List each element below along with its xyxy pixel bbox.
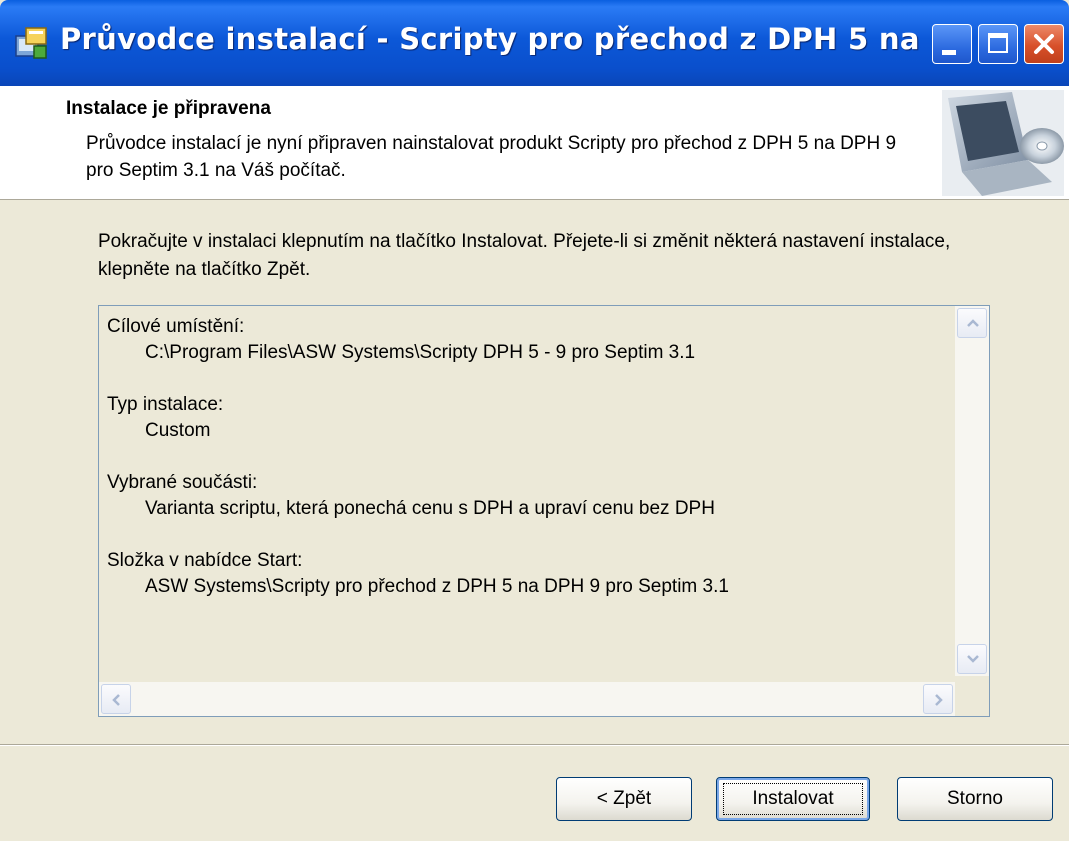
- laptop-cd-graphic: [942, 90, 1064, 196]
- divider: [0, 744, 1069, 746]
- summary-value: C:\Program Files\ASW Systems\Scripty DPH…: [145, 342, 696, 363]
- maximize-icon: [988, 33, 1008, 53]
- maximize-button[interactable]: [978, 24, 1018, 64]
- chevron-right-icon: [935, 694, 943, 706]
- installer-window: Průvodce instalací - Scripty pro přechod…: [0, 0, 1069, 841]
- summary-value: Varianta scriptu, která ponechá cenu s D…: [145, 498, 715, 519]
- scroll-up-button[interactable]: [957, 308, 987, 338]
- scroll-left-button[interactable]: [101, 684, 131, 714]
- installation-summary[interactable]: Cílové umístění: C:\Program Files\ASW Sy…: [98, 305, 990, 717]
- close-icon: [1034, 34, 1054, 54]
- summary-label: Cílové umístění:: [107, 316, 245, 337]
- focus-rectangle: [723, 783, 863, 815]
- scroll-right-button[interactable]: [923, 684, 953, 714]
- minimize-icon: [942, 50, 956, 55]
- chevron-down-icon: [967, 655, 979, 663]
- summary-label: Složka v nabídce Start:: [107, 550, 303, 571]
- installer-app-icon: [15, 27, 47, 59]
- chevron-left-icon: [112, 694, 120, 706]
- page-title: Instalace je připravena: [66, 98, 271, 119]
- summary-value: Custom: [145, 420, 211, 441]
- summary-label: Typ instalace:: [107, 394, 224, 415]
- instructions-text: Pokračujte v instalaci klepnutím na tlač…: [98, 231, 951, 280]
- install-button[interactable]: Instalovat: [716, 777, 870, 821]
- scroll-down-button[interactable]: [957, 644, 987, 674]
- scrollbar-corner: [955, 682, 989, 716]
- horizontal-scrollbar[interactable]: [99, 682, 955, 716]
- vertical-scrollbar[interactable]: [955, 306, 989, 676]
- cancel-button[interactable]: Storno: [897, 777, 1053, 821]
- minimize-button[interactable]: [932, 24, 972, 64]
- summary-value: ASW Systems\Scripty pro přechod z DPH 5 …: [145, 576, 729, 597]
- chevron-up-icon: [967, 319, 979, 327]
- window-title: Průvodce instalací - Scripty pro přechod…: [60, 22, 920, 56]
- back-button[interactable]: < Zpět: [556, 777, 692, 821]
- summary-label: Vybrané součásti:: [107, 472, 258, 493]
- header-panel: Instalace je připravena Průvodce instala…: [0, 86, 1069, 200]
- page-description: Průvodce instalací je nyní připraven nai…: [86, 133, 897, 181]
- title-bar[interactable]: Průvodce instalací - Scripty pro přechod…: [0, 0, 1069, 86]
- summary-content: Cílové umístění: C:\Program Files\ASW Sy…: [107, 314, 947, 626]
- close-button[interactable]: [1024, 24, 1064, 64]
